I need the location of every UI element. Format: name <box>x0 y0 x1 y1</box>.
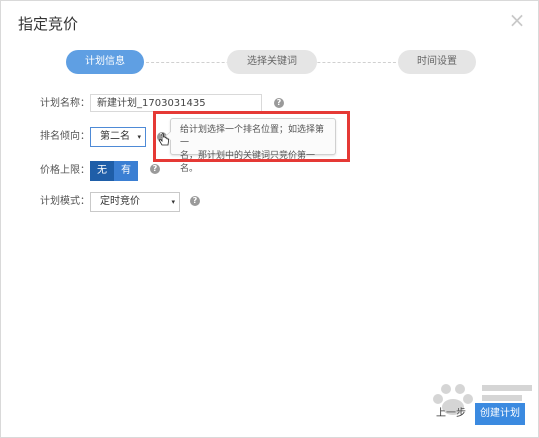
previous-step-button[interactable]: 上一步 <box>431 404 471 424</box>
plan-mode-label: 计划模式： <box>40 196 90 207</box>
close-icon[interactable]: × <box>508 10 526 30</box>
plan-name-label: 计划名称： <box>40 98 90 109</box>
step-time-settings[interactable]: 时间设置 <box>398 50 476 74</box>
rank-preference-label: 排名倾向： <box>40 131 90 142</box>
plan-mode-select[interactable]: 定时竞价 ▾ <box>90 192 180 212</box>
plan-name-help-icon[interactable]: ? <box>274 98 284 108</box>
price-cap-toggle: 无 有 <box>90 161 138 181</box>
price-cap-option-none[interactable]: 无 <box>90 161 114 181</box>
chevron-down-icon: ▾ <box>137 133 141 141</box>
plan-name-input[interactable]: 新建计划_1703031435 <box>90 94 262 112</box>
annotation-highlight-box <box>153 111 350 162</box>
step-plan-info[interactable]: 计划信息 <box>66 50 144 74</box>
bid-dialog: 指定竞价 × 计划信息 选择关键词 时间设置 计划名称： 新建计划_170303… <box>0 0 539 438</box>
plan-mode-value: 定时竞价 <box>100 196 140 207</box>
create-plan-button[interactable]: 创建计划 <box>475 403 525 425</box>
chevron-down-icon: ▾ <box>171 198 175 206</box>
price-cap-option-yes[interactable]: 有 <box>114 161 138 181</box>
rank-preference-value: 第二名 <box>100 131 130 142</box>
rank-preference-select[interactable]: 第二名 ▾ <box>90 127 146 147</box>
dialog-title: 指定竞价 <box>18 15 79 33</box>
price-cap-help-icon[interactable]: ? <box>150 164 160 174</box>
step-select-keywords[interactable]: 选择关键词 <box>227 50 317 74</box>
price-cap-label: 价格上限： <box>40 165 90 176</box>
plan-mode-help-icon[interactable]: ? <box>190 196 200 206</box>
